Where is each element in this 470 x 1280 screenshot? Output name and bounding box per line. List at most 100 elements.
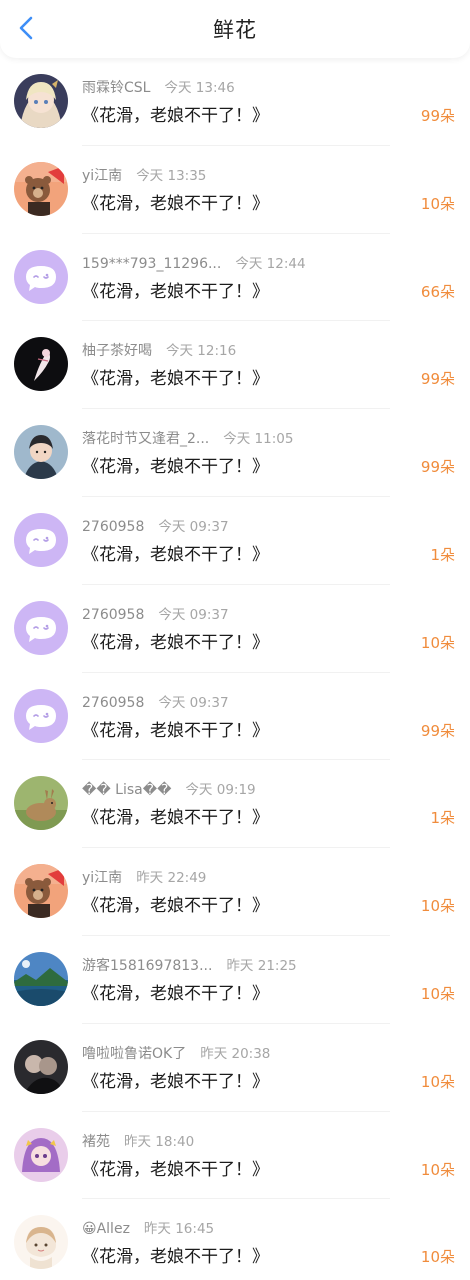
gift-message: 《花滑，老娘不干了！》 <box>82 457 269 478</box>
avatar[interactable] <box>14 688 68 743</box>
list-item[interactable]: 落花时节又逢君_2... 今天 11:05 《花滑，老娘不干了！》 99朵 <box>0 409 470 497</box>
timestamp: 今天 09:37 <box>158 694 229 711</box>
timestamp: 昨天 18:40 <box>124 1133 195 1150</box>
flower-count: 99朵 <box>420 107 455 125</box>
sender-meta: 2760958 今天 09:37 <box>82 515 229 535</box>
timestamp: 今天 11:05 <box>223 431 294 448</box>
timestamp: 今天 09:19 <box>185 782 256 799</box>
timestamp: 昨天 16:45 <box>143 1221 215 1238</box>
sender-name[interactable]: 159***793_11296... <box>82 256 221 272</box>
gift-message: 《花滑，老娘不干了！》 <box>82 106 269 126</box>
list-item[interactable]: 噜啦啦鲁诺OK了 昨天 20:38 《花滑，老娘不干了！》 10朵 <box>0 1024 470 1112</box>
flower-count: 10朵 <box>420 194 455 213</box>
sender-meta: 😀Allez 昨天 16:45 <box>82 1217 214 1237</box>
page-title: 鲜花 <box>213 18 257 42</box>
sender-meta: 2760958 今天 09:37 <box>82 691 229 711</box>
sender-name[interactable]: yi江南 <box>82 870 122 886</box>
avatar[interactable] <box>14 337 68 392</box>
list-item[interactable]: 2760958 今天 09:37 《花滑，老娘不干了！》 1朵 <box>0 497 470 585</box>
flower-count: 99朵 <box>420 458 455 477</box>
sender-name[interactable]: �� Lisa�� <box>82 782 171 798</box>
sender-name[interactable]: 2760958 <box>82 519 144 535</box>
flower-count: 1朵 <box>430 809 455 828</box>
avatar[interactable] <box>14 600 68 655</box>
sender-meta: 2760958 今天 09:37 <box>82 603 229 623</box>
list-item[interactable]: yi江南 昨天 22:49 《花滑，老娘不干了！》 10朵 <box>0 848 470 936</box>
avatar[interactable] <box>14 951 68 1006</box>
sender-name[interactable]: 2760958 <box>82 607 144 623</box>
top-bar: 鲜花 <box>0 0 470 58</box>
sender-name[interactable]: yi江南 <box>82 168 122 184</box>
avatar[interactable] <box>14 512 68 567</box>
list-item[interactable]: 2760958 今天 09:37 《花滑，老娘不干了！》 10朵 <box>0 585 470 673</box>
flower-gift-list: 雨霖铃CSL 今天 13:46 《花滑，老娘不干了！》 99朵 yi江南 今天 13:3… <box>0 58 470 1280</box>
sender-name[interactable]: 柚子茶好喝 <box>82 343 152 359</box>
timestamp: 昨天 20:38 <box>200 1045 271 1062</box>
flower-count: 10朵 <box>420 1248 455 1267</box>
sender-meta: 雨霖铃CSL 今天 13:46 <box>82 76 235 97</box>
flower-count: 10朵 <box>420 1160 455 1179</box>
timestamp: 今天 13:46 <box>164 80 235 96</box>
avatar[interactable] <box>14 1039 68 1094</box>
flower-count: 10朵 <box>420 897 455 916</box>
timestamp: 今天 09:37 <box>158 518 229 535</box>
sender-meta: 落花时节又逢君_2... 今天 11:05 <box>82 427 293 448</box>
list-item[interactable]: �� Lisa�� 今天 09:19 《花滑，老娘不干了！》 1朵 <box>0 760 470 848</box>
sender-meta: 柚子茶好喝 今天 12:16 <box>82 339 236 360</box>
sender-meta: yi江南 今天 13:35 <box>82 164 206 185</box>
flower-count: 10朵 <box>420 1072 455 1091</box>
gift-message: 《花滑，老娘不干了！》 <box>82 369 269 390</box>
sender-name[interactable]: 雨霖铃CSL <box>82 80 150 96</box>
flower-count: 10朵 <box>420 633 455 652</box>
list-item[interactable]: 😀Allez 昨天 16:45 《花滑，老娘不干了！》 10朵 <box>0 1199 470 1280</box>
timestamp: 今天 09:37 <box>158 606 229 623</box>
avatar[interactable] <box>14 249 68 304</box>
flower-count: 66朵 <box>420 282 455 301</box>
avatar[interactable] <box>14 1127 68 1182</box>
sender-name[interactable]: 😀Allez <box>82 1221 130 1237</box>
list-item[interactable]: 2760958 今天 09:37 《花滑，老娘不干了！》 99朵 <box>0 673 470 761</box>
flower-count: 99朵 <box>420 721 455 740</box>
list-item[interactable]: yi江南 今天 13:35 《花滑，老娘不干了！》 10朵 <box>0 146 470 234</box>
sender-name[interactable]: 2760958 <box>82 695 144 711</box>
gift-message: 《花滑，老娘不干了！》 <box>82 1071 269 1092</box>
avatar[interactable] <box>14 74 68 128</box>
gift-message: 《花滑，老娘不干了！》 <box>82 896 269 917</box>
avatar[interactable] <box>14 161 68 216</box>
timestamp: 昨天 21:25 <box>226 957 297 974</box>
avatar[interactable] <box>14 776 68 831</box>
sender-name[interactable]: 游客1581697813... <box>82 958 212 974</box>
gift-message: 《花滑，老娘不干了！》 <box>82 983 269 1004</box>
gift-message: 《花滑，老娘不干了！》 <box>82 808 269 829</box>
list-item[interactable]: 柚子茶好喝 今天 12:16 《花滑，老娘不干了！》 99朵 <box>0 321 470 409</box>
timestamp: 今天 12:44 <box>235 255 306 272</box>
flower-count: 99朵 <box>420 370 455 389</box>
list-item[interactable]: 游客1581697813... 昨天 21:25 《花滑，老娘不干了！》 10朵 <box>0 936 470 1024</box>
timestamp: 今天 13:35 <box>136 167 207 184</box>
flower-count: 10朵 <box>420 984 455 1003</box>
sender-meta: �� Lisa�� 今天 09:19 <box>82 778 256 798</box>
timestamp: 今天 12:16 <box>166 343 237 360</box>
sender-meta: 噜啦啦鲁诺OK了 昨天 20:38 <box>82 1042 270 1063</box>
list-item[interactable]: 159***793_11296... 今天 12:44 《花滑，老娘不干了！》 66朵 <box>0 234 470 322</box>
gift-message: 《花滑，老娘不干了！》 <box>82 632 269 653</box>
sender-meta: yi江南 昨天 22:49 <box>82 866 206 887</box>
sender-name[interactable]: 噜啦啦鲁诺OK了 <box>82 1046 186 1062</box>
avatar[interactable] <box>14 864 68 919</box>
avatar[interactable] <box>14 425 68 480</box>
list-item[interactable]: 褚苑 昨天 18:40 《花滑，老娘不干了！》 10朵 <box>0 1112 470 1200</box>
sender-name[interactable]: 褚苑 <box>82 1134 110 1150</box>
avatar[interactable] <box>14 1215 68 1270</box>
back-chevron-icon[interactable] <box>12 14 40 42</box>
gift-message: 《花滑，老娘不干了！》 <box>82 544 269 565</box>
gift-message: 《花滑，老娘不干了！》 <box>82 281 269 302</box>
sender-name[interactable]: 落花时节又逢君_2... <box>82 431 209 447</box>
gift-message: 《花滑，老娘不干了！》 <box>82 1159 269 1180</box>
sender-meta: 褚苑 昨天 18:40 <box>82 1130 194 1151</box>
sender-meta: 159***793_11296... 今天 12:44 <box>82 252 306 272</box>
sender-meta: 游客1581697813... 昨天 21:25 <box>82 954 297 975</box>
gift-message: 《花滑，老娘不干了！》 <box>82 193 269 214</box>
gift-message: 《花滑，老娘不干了！》 <box>82 1247 269 1268</box>
timestamp: 昨天 22:49 <box>136 870 207 887</box>
list-item[interactable]: 雨霖铃CSL 今天 13:46 《花滑，老娘不干了！》 99朵 <box>0 58 470 146</box>
